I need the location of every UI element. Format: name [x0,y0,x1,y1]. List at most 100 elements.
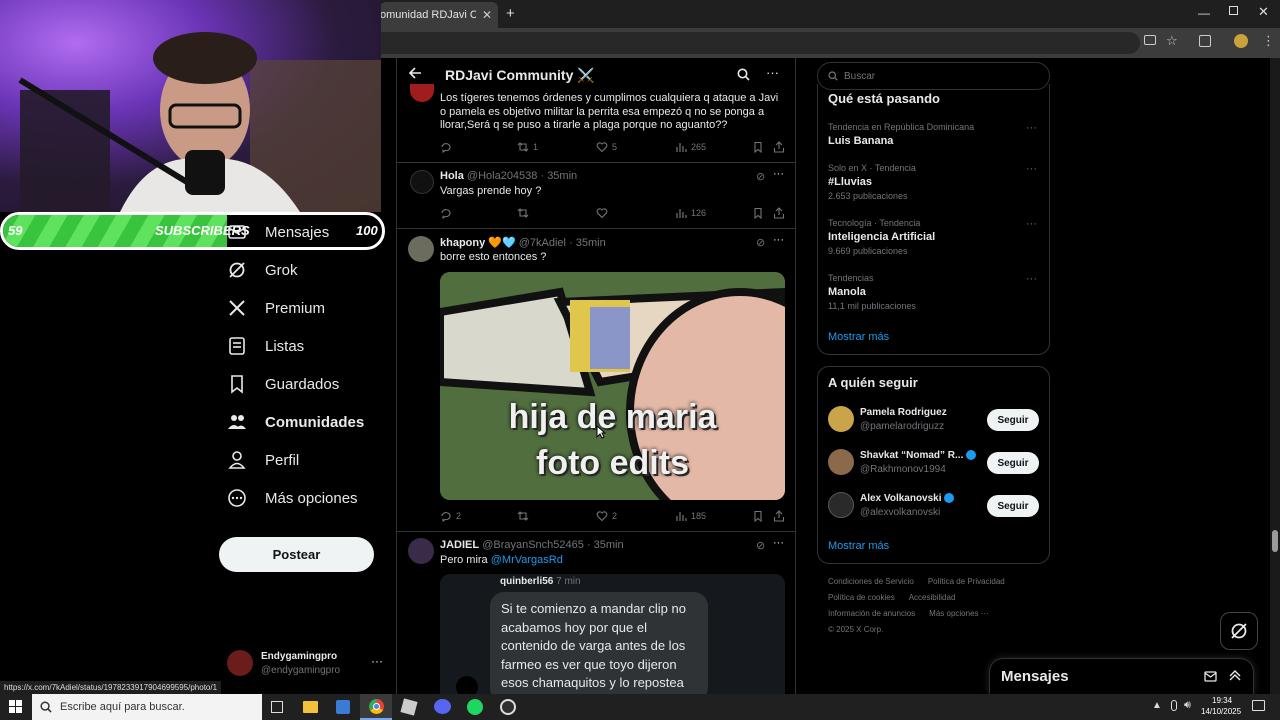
nav-premium[interactable]: Premium [227,289,397,327]
bookmark-button[interactable] [752,510,764,522]
window-close-icon[interactable]: ✕ [1258,4,1269,20]
tray-chevron-icon[interactable]: ▲ [1152,700,1162,711]
follow-suggestion[interactable]: Pamela Rodriguez @pamelarodriguzz Seguir [828,406,1040,436]
follow-show-more-link[interactable]: Mostrar más [828,540,889,552]
author-handle[interactable]: @Hola204538 [467,170,538,182]
tab-close-icon[interactable]: ✕ [482,8,492,22]
like-button[interactable] [596,207,612,219]
footer-link[interactable]: Política de cookies [828,593,895,602]
follow-button[interactable]: Seguir [987,495,1039,517]
nav-mas-opciones[interactable]: Más opciones [227,479,397,517]
nav-comunidades[interactable]: Comunidades [227,403,397,441]
store-icon[interactable] [336,700,350,714]
tweet-time[interactable]: · 35min [587,539,624,551]
windows-start-icon[interactable] [9,700,22,713]
bookmark-star-icon[interactable]: ☆ [1166,33,1178,49]
taskbar-time[interactable]: 19:34 [1212,696,1232,705]
community-more-icon[interactable]: ··· [766,65,779,80]
notification-icon[interactable] [1252,700,1265,711]
grok-float-button[interactable] [1220,612,1258,650]
extensions-icon[interactable] [1199,35,1211,47]
chevron-up-icon[interactable] [1228,668,1242,682]
nav-mensajes[interactable]: Mensajes [227,213,397,251]
retweet-button[interactable] [517,510,533,522]
bookmark-button[interactable] [752,207,764,219]
nav-guardados[interactable]: Guardados [227,365,397,403]
new-message-icon[interactable] [1204,669,1218,683]
views-button[interactable]: 185 [675,510,706,522]
page-scrollbar[interactable] [1270,58,1280,694]
nav-listas[interactable]: Listas [227,327,397,365]
retweet-button[interactable] [517,207,533,219]
tweet-time[interactable]: · 35min [569,237,606,249]
more-horizontal-icon[interactable]: ··· [371,654,383,668]
trend-more-icon[interactable]: ··· [1026,218,1037,230]
grok-icon[interactable]: ⊘ [756,236,765,249]
chrome-icon[interactable] [360,694,392,720]
grok-icon[interactable]: ⊘ [756,170,765,183]
address-bar[interactable] [380,32,1140,54]
author-name[interactable]: khapony 🧡🩵 [440,237,516,249]
nav-perfil[interactable]: Perfil [227,441,397,479]
footer-link[interactable]: Condiciones de Servicio [828,577,914,586]
author-name[interactable]: Hola [440,170,464,182]
window-restore-icon[interactable] [1229,6,1238,15]
spotify-icon[interactable] [467,699,483,715]
reply-button[interactable] [440,207,456,219]
account-switcher[interactable]: Endygamingpro @endygamingpro ··· [227,650,392,680]
nav-grok[interactable]: Grok [227,251,397,289]
reply-button[interactable]: 2 [440,510,461,522]
volume-icon[interactable]: 🔊︎ [1184,699,1191,712]
discord-icon[interactable] [434,699,451,714]
footer-link[interactable]: Información de anuncios [828,609,915,618]
taskbar-date[interactable]: 14/10/2025 [1201,707,1241,716]
browser-tab-active[interactable]: omunidad RDJavi Communi ✕ [380,2,498,28]
share-button[interactable] [773,141,785,153]
bookmark-button[interactable] [752,141,764,153]
post-button[interactable]: Postear [219,537,374,572]
trend-item[interactable]: Tecnología · Tendencia Inteligencia Arti… [828,218,1040,256]
obs-icon[interactable] [500,699,516,715]
install-app-icon[interactable] [1144,35,1156,45]
tweet-more-icon[interactable]: ··· [773,168,784,180]
trend-item[interactable]: Tendencias Manola 11,1 mil publicaciones [828,273,1040,311]
follow-button[interactable]: Seguir [987,409,1039,431]
views-button[interactable]: 265 [675,141,706,153]
follow-suggestion[interactable]: Alex Volkanovski @alexvolkanovski Seguir [828,492,1040,522]
browser-menu-icon[interactable]: ⋮ [1262,33,1275,49]
scrollbar-thumb[interactable] [1272,530,1278,552]
share-button[interactable] [773,207,785,219]
mention-link[interactable]: @MrVargasRd [491,554,563,566]
retweet-button[interactable]: 1 [517,141,538,153]
tweet-image[interactable]: hija de maria foto edits [440,272,785,500]
author-handle[interactable]: @7kAdiel [519,237,566,249]
like-button[interactable]: 5 [596,141,617,153]
task-view-icon[interactable] [271,701,283,713]
reply-button[interactable] [440,141,456,153]
author-handle[interactable]: @BrayanSnch52465 [482,539,584,551]
footer-link[interactable]: Accesibilidad [909,593,956,602]
window-minimize-icon[interactable]: — [1198,6,1210,20]
search-icon[interactable] [737,68,750,81]
footer-link[interactable]: Política de Privacidad [928,577,1005,586]
new-tab-icon[interactable]: + [506,5,515,22]
quoted-media[interactable]: quinberli56 7 min Si te comienzo a manda… [440,574,785,694]
footer-link[interactable]: Más opciones ··· [929,609,989,618]
like-button[interactable]: 2 [596,510,617,522]
tweet-time[interactable]: · 35min [540,170,577,182]
tweet-more-icon[interactable]: ··· [773,234,784,246]
microphone-icon[interactable] [1171,700,1177,711]
trend-more-icon[interactable]: ··· [1026,273,1037,285]
file-explorer-icon[interactable] [303,701,318,713]
back-arrow-icon[interactable] [408,66,422,80]
share-button[interactable] [773,510,785,522]
profile-avatar-icon[interactable] [1234,34,1248,48]
author-name[interactable]: JADIEL [440,539,479,551]
follow-suggestion[interactable]: Shavkat “Nomad” R... @Rakhmonov1994 Segu… [828,449,1040,479]
trend-more-icon[interactable]: ··· [1026,163,1037,175]
grok-icon[interactable]: ⊘ [756,539,765,552]
follow-button[interactable]: Seguir [987,452,1039,474]
taskbar-search-input[interactable]: Escribe aquí para buscar. [32,694,262,720]
trends-show-more-link[interactable]: Mostrar más [828,331,889,343]
messages-dock[interactable]: Mensajes [989,658,1254,694]
